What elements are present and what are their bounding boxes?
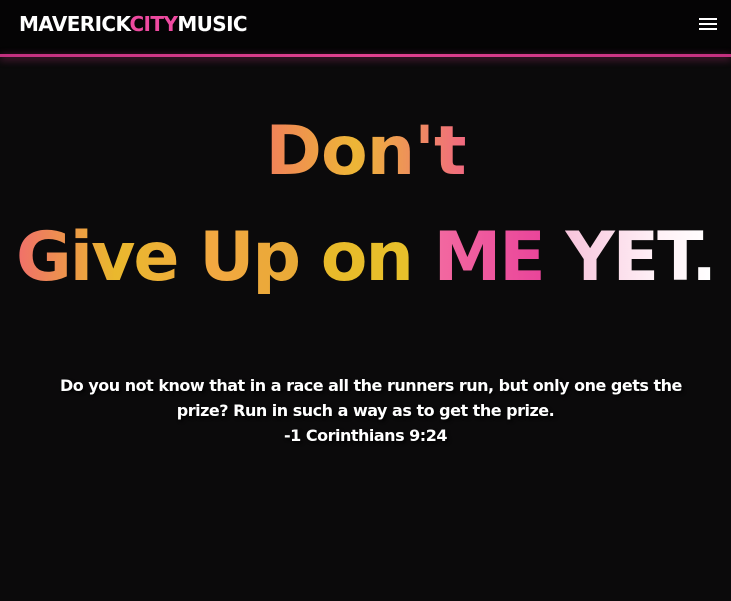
- menu-bar-middle: [699, 23, 717, 25]
- hero-headline-line1: Don't: [0, 112, 731, 192]
- menu-bar-top: [699, 18, 717, 20]
- hero-word-give-up: Give Up: [15, 218, 301, 297]
- scripture-quote: Do you not know that in a race all the r…: [60, 373, 682, 448]
- hero-word-on: on: [320, 218, 414, 297]
- brand-word-maverick: MAVERICK: [19, 12, 130, 36]
- brand-logo[interactable]: MAVERICKCITYMUSIC: [19, 11, 248, 37]
- top-navigation-bar: MAVERICKCITYMUSIC: [0, 0, 731, 54]
- menu-bar-bottom: [699, 28, 717, 30]
- hero-word-me: ME: [433, 218, 546, 297]
- quote-citation: -1 Corinthians 9:24: [284, 426, 447, 445]
- brand-word-music: MUSIC: [177, 12, 248, 36]
- hamburger-menu-icon[interactable]: [698, 16, 718, 32]
- hero-headline-line2: Give Up on ME YET.: [0, 218, 731, 298]
- quote-line-1: Do you not know that in a race all the r…: [60, 376, 682, 395]
- header-accent-divider: [0, 54, 731, 57]
- quote-line-2: prize? Run in such a way as to get the p…: [176, 401, 555, 420]
- hero-word-dont: Don't: [265, 112, 467, 191]
- hero-word-yet: YET.: [565, 218, 717, 297]
- brand-word-city: CITY: [129, 12, 178, 36]
